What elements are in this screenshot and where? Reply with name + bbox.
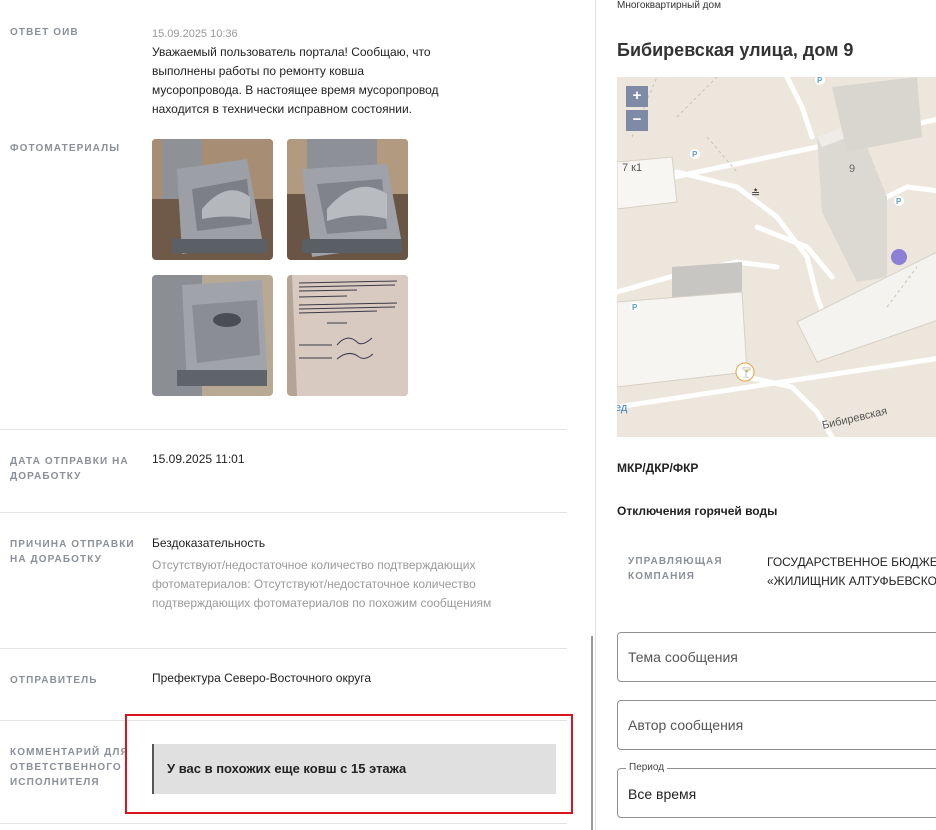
map-label-9: 9: [849, 163, 855, 175]
message-detail-panel: ОТВЕТ ОИВ 15.09.2025 10:36 Уважаемый пол…: [0, 0, 595, 830]
address-title: Бибиревская улица, дом 9: [617, 40, 854, 60]
label-line: ИСПОЛНИТЕЛЯ: [10, 777, 100, 788]
management-company-value: ГОСУДАРСТВЕННОЕ БЮДЖЕТ «ЖИЛИЩНИК АЛТУФЬЕ…: [767, 553, 936, 591]
response-timestamp: 15.09.2025 10:36: [152, 28, 238, 40]
map-label-edge: ед: [617, 402, 628, 414]
mkr-section-link[interactable]: МКР/ДКР/ФКР: [617, 461, 698, 475]
detail-line: Отсутствуют/недостаточное количество под…: [152, 558, 476, 572]
photo-thumbnail-3[interactable]: [152, 275, 273, 396]
divider: [0, 823, 567, 824]
response-line: выполнены работы по ремонту ковша: [152, 64, 364, 78]
period-value: Все время: [628, 786, 697, 802]
hot-water-section-link[interactable]: Отключения горячей воды: [617, 504, 777, 518]
scrollbar-thumb[interactable]: [591, 636, 593, 830]
period-label: Период: [626, 762, 668, 773]
topic-field[interactable]: [617, 632, 936, 682]
response-label: ОТВЕТ ОИВ: [10, 27, 79, 38]
detail-line: подтверждающих фотоматериалов по похожим…: [152, 596, 492, 610]
response-line: находится в технически исправном состоян…: [152, 102, 413, 116]
detail-line: фотоматериалов: Отсутствуют/недостаточно…: [152, 577, 476, 591]
photo-thumbnail-4[interactable]: [287, 275, 408, 396]
divider: [0, 512, 567, 513]
rework-date-value: 15.09.2025 11:01: [152, 452, 245, 466]
rework-reason-details: Отсутствуют/недостаточное количество под…: [152, 556, 491, 613]
map[interactable]: P P P P ≛ 🍸 7 к1 9 ед Бибиревская + −: [617, 77, 936, 437]
management-company-label: УПРАВЛЯЮЩАЯ КОМПАНИЯ: [628, 554, 723, 584]
rework-reason-value: Бездоказательность: [152, 536, 266, 550]
parking-icon: P: [817, 77, 823, 85]
value-line: «ЖИЛИЩНИК АЛТУФЬЕВСКО: [767, 574, 936, 588]
photo-thumbnail-1[interactable]: [152, 139, 273, 260]
label-line: ПРИЧИНА ОТПРАВКИ: [10, 539, 135, 550]
divider: [0, 648, 567, 649]
landmark-icon: ≛: [751, 187, 760, 200]
topic-input[interactable]: [618, 633, 936, 681]
photo-thumbnail-2[interactable]: [287, 139, 408, 260]
response-line: Уважаемый пользователь портала! Сообщаю,…: [152, 45, 431, 59]
label-line: ДОРАБОТКУ: [10, 471, 82, 482]
bar-icon: 🍸: [740, 366, 752, 379]
location-marker[interactable]: [891, 249, 907, 265]
value-line: ГОСУДАРСТВЕННОЕ БЮДЖЕТ: [767, 555, 936, 569]
photos-label: ФОТОМАТЕРИАЛЫ: [10, 143, 121, 154]
parking-icon: P: [692, 150, 698, 159]
divider: [0, 429, 567, 430]
highlight-box: [125, 714, 573, 814]
rework-reason-label: ПРИЧИНА ОТПРАВКИ НА ДОРАБОТКУ: [10, 537, 135, 567]
response-text: Уважаемый пользователь портала! Сообщаю,…: [152, 43, 439, 119]
sender-label: ОТПРАВИТЕЛЬ: [10, 675, 98, 686]
rework-date-label: ДАТА ОТПРАВКИ НА ДОРАБОТКУ: [10, 454, 129, 484]
label-line: КОММЕНТАРИЙ ДЛЯ: [10, 747, 129, 758]
sender-value: Префектура Северо-Восточного округа: [152, 671, 372, 685]
address-panel: Многоквартирный дом Бибиревская улица, д…: [596, 0, 936, 830]
zoom-out-button[interactable]: −: [626, 110, 648, 131]
comment-label: КОММЕНТАРИЙ ДЛЯ ОТВЕТСТВЕННОГО ИСПОЛНИТЕ…: [10, 745, 129, 790]
label-line: ДАТА ОТПРАВКИ НА: [10, 456, 129, 467]
parking-icon: P: [632, 303, 638, 312]
parking-icon: P: [896, 197, 902, 206]
period-select[interactable]: Период Все время: [617, 762, 936, 818]
label-line: НА ДОРАБОТКУ: [10, 554, 102, 565]
map-label-7k1: 7 к1: [622, 162, 642, 174]
response-line: мусоропровода. В настоящее время мусороп…: [152, 83, 439, 97]
author-input[interactable]: [618, 701, 936, 749]
label-line: УПРАВЛЯЮЩАЯ: [628, 556, 723, 567]
label-line: ОТВЕТСТВЕННОГО: [10, 762, 122, 773]
building-type: Многоквартирный дом: [617, 0, 721, 11]
label-line: КОМПАНИЯ: [628, 571, 696, 582]
zoom-in-button[interactable]: +: [626, 86, 648, 107]
author-field[interactable]: [617, 700, 936, 750]
